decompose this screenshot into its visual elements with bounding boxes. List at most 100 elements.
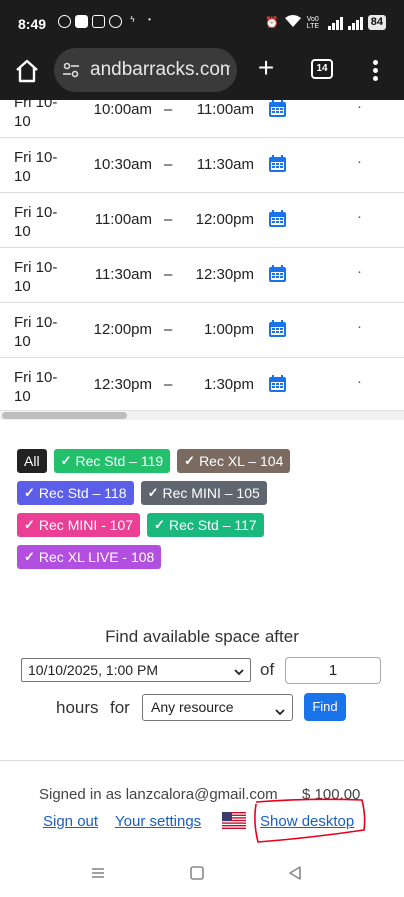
recent-apps-icon[interactable]: [89, 864, 107, 882]
footer-links: Sign out Your settings Show desktop: [0, 813, 404, 837]
table-row: Fri 10-10 10:30am – 11:30am ·: [0, 138, 404, 193]
row-dash: –: [164, 321, 173, 338]
row-start-time: 12:00pm: [93, 321, 152, 338]
resource-value: Any resource: [151, 699, 234, 715]
status-time: 8:49: [18, 16, 47, 32]
of-label: of: [260, 660, 275, 679]
home-nav-icon[interactable]: [188, 864, 206, 882]
row-dash: –: [164, 156, 173, 173]
tag-rec-std-118[interactable]: ✓ Rec Std – 118: [17, 481, 134, 505]
find-space-title: Find available space after: [105, 627, 299, 646]
row-date: Fri 10-10: [14, 100, 58, 130]
row-dash: –: [164, 266, 173, 283]
network-label: Vo0 LTE: [306, 15, 320, 30]
home-icon[interactable]: [14, 58, 40, 84]
find-button[interactable]: Find: [304, 693, 346, 721]
row-start-time: 12:30pm: [93, 376, 152, 393]
alarm-icon: ⏰: [265, 17, 279, 29]
notification-icons: ϟ •: [58, 15, 156, 28]
sign-out-link[interactable]: Sign out: [43, 813, 98, 830]
check-icon: ✓: [184, 453, 196, 468]
resource-filter-tags: All ✓ Rec Std – 119 ✓ Rec XL – 104 ✓ Rec…: [17, 449, 397, 577]
row-date: Fri 10-10: [14, 369, 58, 405]
row-end-time: 12:00pm: [195, 211, 254, 228]
tag-label: Rec Std – 119: [75, 453, 164, 469]
table-row: Fri 10-10 11:00am – 12:00pm ·: [0, 193, 404, 248]
check-icon: ✓: [154, 517, 165, 532]
table-row: Fri 10-10 11:30am – 12:30pm ·: [0, 248, 404, 303]
row-start-time: 11:30am: [94, 266, 152, 283]
row-extra: ·: [357, 208, 362, 225]
calendar-icon[interactable]: [268, 209, 287, 228]
site-settings-icon[interactable]: [62, 61, 80, 79]
row-extra: ·: [357, 263, 362, 280]
row-extra: ·: [357, 318, 362, 335]
tag-label: Rec MINI – 105: [162, 485, 260, 501]
row-start-time: 10:00am: [93, 101, 152, 118]
wifi-icon: [284, 14, 302, 31]
check-icon: ✓: [24, 517, 35, 532]
row-start-time: 10:30am: [93, 156, 152, 173]
calendar-icon[interactable]: [268, 154, 287, 173]
tag-rec-xl-live-108[interactable]: ✓ Rec XL LIVE - 108: [17, 545, 162, 569]
system-nav-bar: [0, 852, 404, 897]
scrollbar-thumb[interactable]: [2, 412, 127, 419]
tag-rec-std-117[interactable]: ✓ Rec Std – 117: [147, 513, 264, 537]
check-icon: ✓: [147, 485, 159, 500]
row-dash: –: [164, 211, 173, 228]
datetime-select[interactable]: 10/10/2025, 1:00 PM: [21, 658, 251, 682]
row-date: Fri 10-10: [14, 314, 58, 350]
datetime-value: 10/10/2025, 1:00 PM: [28, 662, 158, 678]
tag-label: Rec XL – 104: [199, 453, 284, 469]
hours-label: hours: [56, 698, 99, 717]
table-row: Fri 10-10 12:00pm – 1:00pm ·: [0, 303, 404, 358]
tag-rec-xl-104[interactable]: ✓ Rec XL – 104: [177, 449, 291, 473]
calendar-icon[interactable]: [268, 374, 287, 393]
row-date: Fri 10-10: [14, 149, 58, 185]
show-desktop-link[interactable]: Show desktop: [260, 813, 354, 830]
check-icon: ✓: [60, 453, 72, 468]
tag-label: Rec Std – 118: [38, 485, 127, 501]
back-icon[interactable]: [286, 864, 304, 882]
row-dash: –: [164, 101, 173, 118]
calendar-icon[interactable]: [268, 319, 287, 338]
account-balance: $ 100.00: [302, 786, 361, 803]
row-extra: ·: [357, 153, 362, 170]
tag-rec-std-119[interactable]: ✓ Rec Std – 119: [53, 449, 171, 473]
row-end-time: 12:30pm: [195, 266, 254, 283]
row-extra: ·: [357, 373, 362, 390]
address-bar[interactable]: andbarracks.com: [54, 48, 237, 92]
calendar-icon[interactable]: [268, 264, 287, 283]
row-end-time: 11:00am: [196, 101, 254, 118]
your-settings-link[interactable]: Your settings: [115, 813, 201, 830]
signal-icon: [347, 16, 363, 30]
battery-icon: 84: [367, 15, 386, 30]
row-date: Fri 10-10: [14, 259, 58, 295]
calendar-icon[interactable]: [268, 100, 287, 118]
us-flag-icon[interactable]: [222, 812, 246, 829]
resource-select[interactable]: Any resource: [142, 694, 293, 721]
tag-label: Rec Std – 117: [168, 517, 257, 533]
app-icon: [75, 15, 88, 28]
row-start-time: 11:00am: [94, 211, 152, 228]
status-bar: 8:49 ϟ • ⏰ Vo0 LTE 84: [0, 0, 404, 48]
tag-rec-mini-107[interactable]: ✓ Rec MINI - 107: [17, 513, 141, 537]
check-icon: ✓: [24, 485, 35, 500]
tab-switcher-button[interactable]: 14: [311, 59, 333, 79]
tag-label: Rec XL LIVE - 108: [38, 549, 155, 565]
tag-label: All: [24, 453, 40, 469]
new-tab-icon[interactable]: +: [253, 54, 279, 82]
row-end-time: 1:00pm: [203, 321, 254, 338]
url-text: andbarracks.com: [90, 59, 230, 80]
row-dash: –: [164, 376, 173, 393]
row-end-time: 11:30am: [196, 156, 254, 173]
signal-icon: [327, 16, 343, 30]
footer-divider: [0, 760, 404, 761]
hours-input[interactable]: 1: [285, 657, 381, 684]
more-dot-icon: •: [148, 15, 151, 24]
more-menu-icon[interactable]: [365, 58, 385, 84]
bolt-icon: ϟ: [130, 15, 135, 24]
tag-rec-mini-105[interactable]: ✓ Rec MINI – 105: [140, 481, 267, 505]
table-row: Fri 10-10 12:30pm – 1:30pm ·: [0, 358, 404, 410]
tag-all[interactable]: All: [17, 449, 47, 473]
